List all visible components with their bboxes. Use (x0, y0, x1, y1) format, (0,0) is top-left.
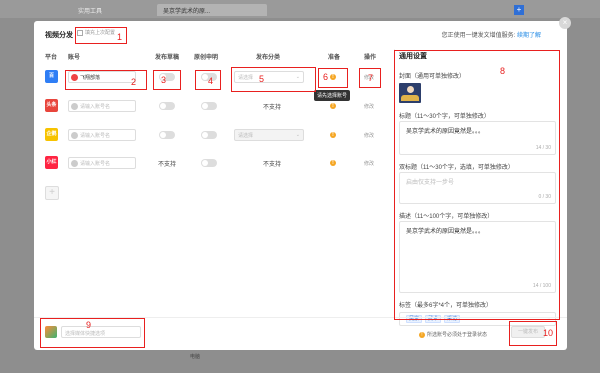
login-warning: ! 所选账号必须处于登录状态 (419, 331, 487, 338)
annotation-label: 9 (86, 320, 92, 330)
title-count: 14 / 30 (535, 145, 551, 151)
avatar (71, 131, 78, 139)
warning-icon[interactable]: ! (330, 160, 336, 166)
new-tab-button[interactable]: + (514, 5, 524, 15)
baijiahao-icon: 百 (45, 70, 58, 83)
xiaohongshu-icon: 小红书 (45, 156, 58, 178)
title-textarea[interactable]: 吴京学武术的原因竟然是。。。 14 / 30 (399, 121, 556, 155)
draft-not-supported: 不支持 (158, 162, 177, 168)
tab-article[interactable]: 吴京学武术的原... (157, 4, 267, 16)
original-toggle[interactable] (201, 131, 217, 139)
warning-icon[interactable]: ! (330, 74, 336, 80)
account-value: 飞翔部落 (80, 74, 101, 81)
annotation-label: 4 (208, 76, 214, 86)
table-row: 小红书 请输入账号名 不支持 不支持 ! 修改 (34, 151, 394, 178)
description-textarea[interactable]: 吴京学武术的原因竟然是。。。 14 / 100 (399, 221, 556, 293)
video-distribution-dialog: 视频分发 填充上次配置 您正使用一键发文增值服务: 续期了解 平台 账号 发布草… (34, 21, 567, 350)
cover-label: 封面（通用可单独修改） (399, 74, 466, 80)
modify-link[interactable]: 修改 (364, 132, 374, 139)
account-input[interactable]: 请输入账号名 (68, 129, 136, 141)
use-last-config[interactable]: 填充上次配置 (77, 29, 115, 36)
table-row: 头条 请输入账号名 不支持 ! 修改 (34, 94, 394, 118)
subtitle-textarea[interactable]: 启由仅支持一步号 0 / 30 (399, 172, 556, 204)
tags-label: 标签（最多6字*4个，可单独修改） (399, 303, 493, 309)
account-input[interactable]: 飞翔部落 (68, 71, 136, 83)
category-select[interactable]: 请选择 ⌄ (234, 129, 304, 141)
annotation-label: 6 (323, 72, 329, 82)
modify-link[interactable]: 修改 (364, 160, 374, 167)
annotation-label: 8 (500, 66, 506, 76)
add-platform-button[interactable]: + (45, 186, 59, 200)
table-row: 百 飞翔部落 请选择 ⌄ ! 修改 (34, 68, 394, 92)
category-value: 请选择 (238, 133, 254, 139)
col-ready: 准备 (328, 55, 341, 61)
category-value: 请选择 (238, 75, 254, 81)
avatar (71, 73, 78, 81)
service-tip: 您正使用一键发文增值服务: 续期了解 (442, 30, 541, 39)
quick-option-select[interactable]: 选择媒体快捷选项 (61, 326, 141, 338)
use-last-checkbox[interactable] (77, 29, 83, 36)
annotation-label: 1 (117, 32, 123, 42)
table-row: 企鹅 请输入账号名 请选择 ⌄ ! 修改 (34, 123, 394, 147)
annotation-label: 3 (161, 75, 167, 85)
tab-tools[interactable]: 实用工具 (72, 4, 108, 16)
account-placeholder: 请输入账号名 (80, 103, 111, 110)
dialog-title: 视频分发 (45, 32, 73, 39)
qie-icon: 企鹅 (45, 128, 58, 141)
chevron-down-icon: ⌄ (295, 74, 300, 80)
avatar (71, 159, 78, 167)
description-label: 描述（11～100个字，可单独修改） (399, 214, 494, 220)
title-label: 标题（11～30个字，可单独修改） (399, 114, 490, 120)
warning-icon[interactable]: ! (330, 103, 336, 109)
close-icon[interactable]: × (559, 17, 571, 29)
general-settings-panel: 通用设置 封面（通用可单独修改） 标题（11～30个字，可单独修改） 吴京学武术… (394, 49, 559, 326)
publish-button[interactable]: 一键发布 (511, 326, 545, 338)
annotation-label: 5 (259, 74, 265, 84)
category-not-supported: 不支持 (263, 105, 282, 111)
annotation-label: 7 (368, 73, 374, 83)
login-warning-text: 所选账号必须处于登录状态 (427, 332, 488, 338)
account-input[interactable]: 请输入账号名 (68, 157, 136, 169)
annotation-label: 10 (543, 328, 554, 338)
category-not-supported: 不支持 (263, 162, 282, 168)
renew-link[interactable]: 续期了解 (517, 33, 541, 39)
col-publish-draft: 发布草稿 (155, 55, 180, 61)
account-input[interactable]: 请输入账号名 (68, 100, 136, 112)
use-last-label: 填充上次配置 (85, 30, 116, 36)
original-toggle[interactable] (201, 159, 217, 167)
modify-link[interactable]: 修改 (364, 103, 374, 110)
title-value: 吴京学武术的原因竟然是。。。 (406, 129, 485, 135)
subtitle-count: 0 / 30 (538, 194, 551, 200)
publish-draft-toggle[interactable] (159, 131, 175, 139)
avatar (71, 102, 78, 110)
background-text: 电脑 (190, 354, 201, 360)
publish-draft-toggle[interactable] (159, 102, 175, 110)
tags-input[interactable]: 吴京 武术 采访 ⌄ (399, 312, 556, 326)
description-count: 14 / 100 (532, 283, 551, 289)
original-toggle[interactable] (201, 102, 217, 110)
panel-title: 通用设置 (399, 53, 427, 60)
warning-icon: ! (419, 331, 425, 338)
subtitle-placeholder: 启由仅支持一步号 (406, 180, 455, 186)
account-placeholder: 请输入账号名 (80, 160, 111, 167)
category-select[interactable]: 请选择 ⌄ (234, 71, 304, 83)
service-tip-text: 您正使用一键发文增值服务: (441, 33, 516, 39)
col-account: 账号 (68, 55, 81, 61)
col-platform: 平台 (45, 55, 58, 61)
account-placeholder: 请输入账号名 (80, 132, 111, 139)
toutiao-icon: 头条 (45, 99, 58, 112)
subtitle-label: 双标题（11～30个字，选填，可单独修改） (399, 165, 514, 171)
chevron-down-icon: ⌄ (295, 132, 300, 138)
description-value: 吴京学武术的原因竟然是。。。 (406, 229, 485, 235)
quick-option-icon (45, 326, 57, 338)
cover-image[interactable] (399, 83, 421, 103)
footer-divider (34, 317, 567, 318)
annotation-label: 2 (131, 77, 137, 87)
col-category: 发布分类 (256, 55, 281, 61)
warning-icon[interactable]: ! (330, 132, 336, 138)
col-action: 操作 (364, 55, 377, 61)
col-original: 原创申明 (194, 55, 219, 61)
